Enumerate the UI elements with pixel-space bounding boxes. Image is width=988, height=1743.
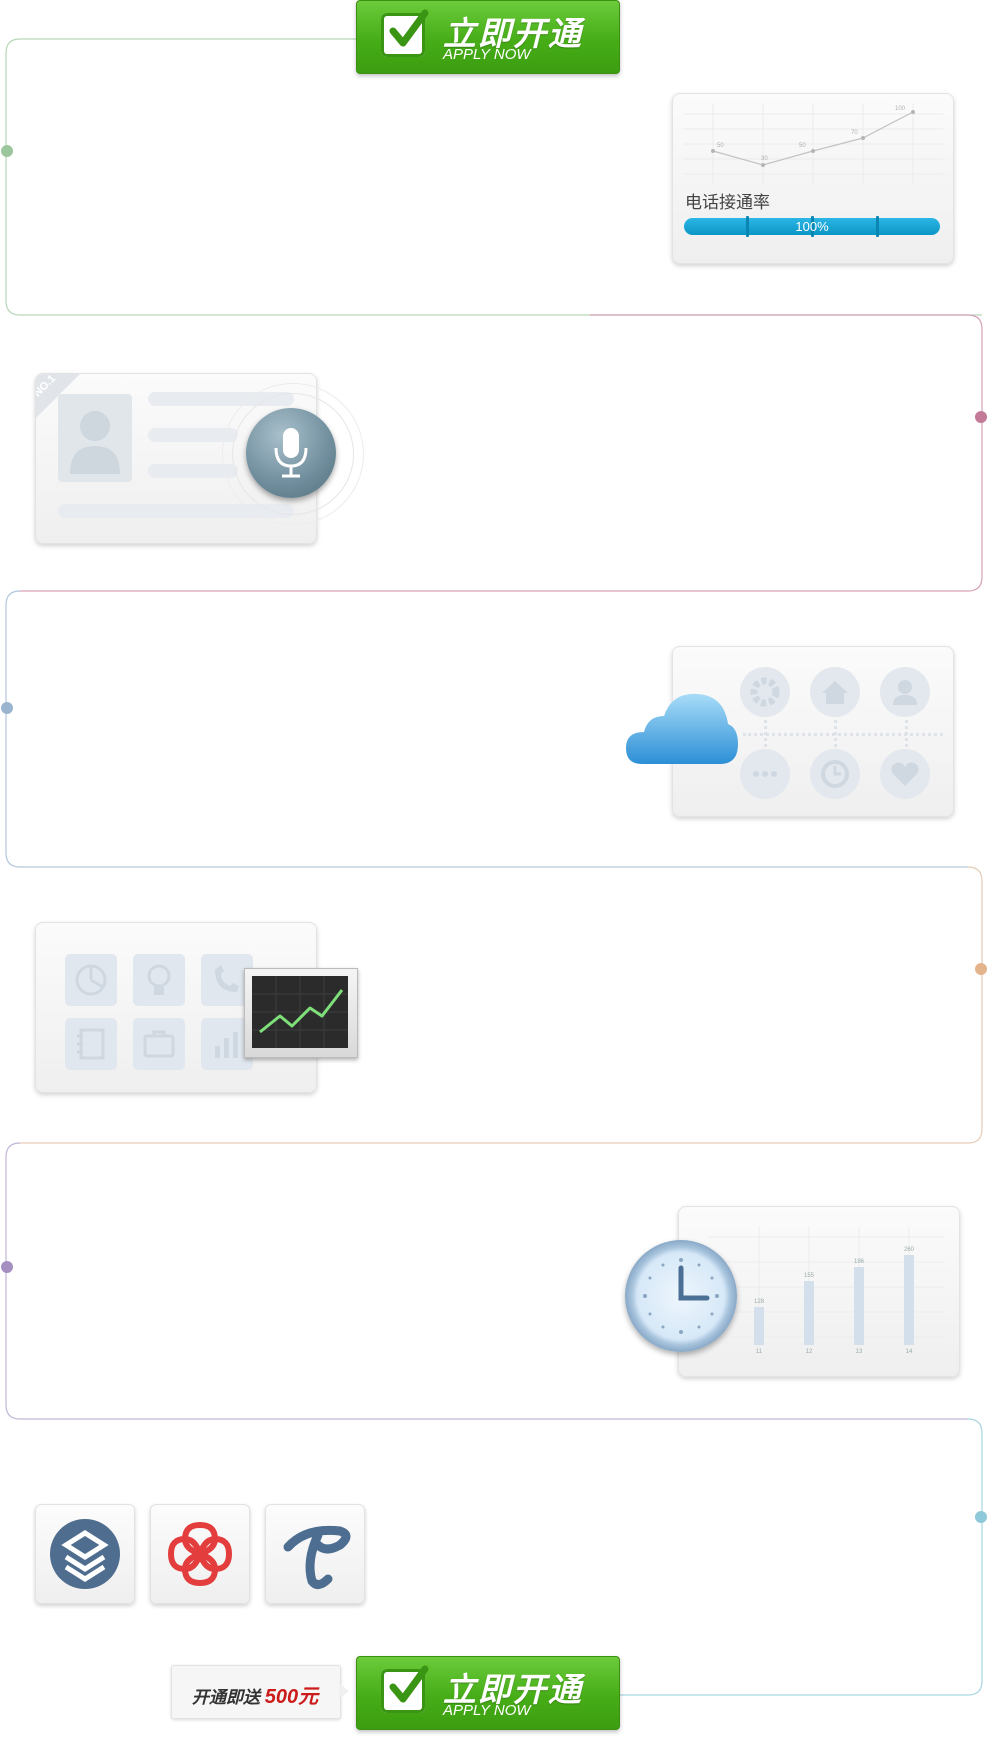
timeline-dot-1 [1,145,13,157]
timeline-dot-3 [1,702,13,714]
avatar-placeholder [58,394,132,482]
bar-category-label: 13 [855,1349,863,1355]
clock-icon [810,749,860,799]
more-icon [740,749,790,799]
apply-subtitle: APPLY NOW [443,1702,531,1719]
mini-chart-label: 50 [717,143,724,149]
notebook-icon [65,1018,117,1070]
bar-value-label: 128 [753,1299,764,1305]
apply-now-button-bottom[interactable]: 立即开通 APPLY NOW [356,1656,620,1730]
checkbox-icon [381,1665,429,1713]
gift-label: 开通即送 [192,1688,260,1707]
clock-icon [625,1240,737,1352]
gift-callout: 开通即送 500元 [171,1665,341,1719]
bar [854,1267,864,1345]
mini-chart-label: 70 [851,130,858,136]
mini-chart-label: 50 [799,143,806,149]
timeline-dot-6 [975,1511,987,1523]
gift-text: 开通即送 500元 [192,1680,318,1709]
cloud-icon [626,693,738,764]
mini-line-chart [683,104,943,184]
microphone-icon [274,428,308,478]
user-silhouette-icon [70,411,120,474]
bar [754,1307,764,1345]
bar-value-label: 155 [803,1273,814,1279]
dotted-connector [743,733,943,738]
progress-label: 100% [795,219,829,234]
gift-amount: 500元 [264,1686,319,1708]
bar-category-label: 12 [805,1349,813,1355]
china-mobile-logo [35,1504,135,1604]
bar-category-label: 14 [905,1349,913,1355]
timeline-segment-6 [620,1418,983,1696]
bar [804,1281,814,1345]
mini-chart-label: 30 [761,156,768,162]
home-icon [810,667,860,717]
callout-arrow [339,1683,349,1699]
microphone-button[interactable] [246,408,336,498]
china-telecom-logo [265,1504,365,1604]
pie-chart-icon [65,954,117,1006]
bar [904,1255,914,1345]
timeline-dot-4 [975,963,987,975]
heart-icon [880,749,930,799]
user-icon [880,667,930,717]
bar-value-label: 196 [853,1259,864,1265]
bar-value-label: 260 [903,1247,914,1253]
activity-monitor-button[interactable] [244,968,358,1058]
lightbulb-icon [133,954,185,1006]
timeline-dot-2 [975,411,987,423]
call-rate-title: 电话接通率 [685,193,770,212]
briefcase-icon [133,1018,185,1070]
gear-icon [740,667,790,717]
china-unicom-logo [150,1504,250,1604]
trend-chart-icon [252,976,348,1048]
mini-chart-label: 100 [895,106,906,112]
call-rate-card: 50 30 50 70 100 电话接通率 100% [672,93,954,264]
bar-category-label: 11 [755,1349,763,1355]
apply-now-button-top[interactable]: 立即开通 APPLY NOW [356,0,620,74]
call-rate-progress-bar: 100% [684,216,940,237]
apply-subtitle: APPLY NOW [443,46,531,63]
timeline-dot-5 [1,1261,13,1273]
checkbox-icon [381,9,429,57]
